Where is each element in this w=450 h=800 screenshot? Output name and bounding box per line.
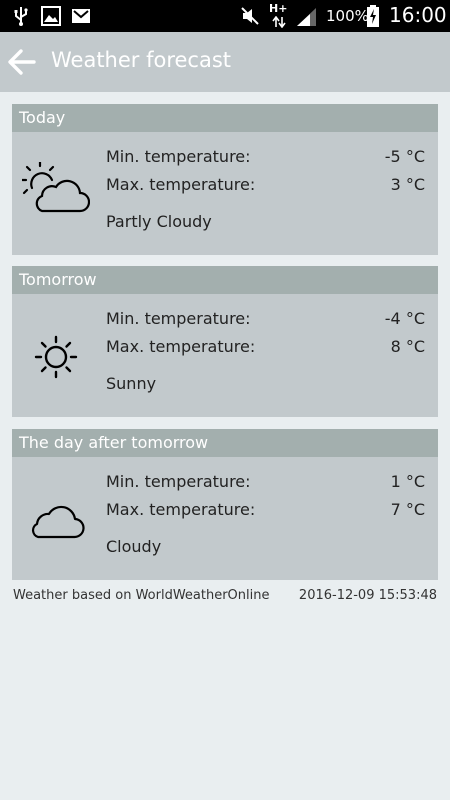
app-title: Weather forecast <box>51 48 232 72</box>
max-temp-label: Max. temperature: <box>106 175 256 194</box>
min-temp-value: -5 °C <box>384 147 425 166</box>
max-temp-value: 7 °C <box>390 500 425 519</box>
forecast-card-today: Today Min. temperature: -5 °C Max. tempe… <box>12 104 438 255</box>
max-temp-value: 8 °C <box>390 337 425 356</box>
gmail-icon <box>72 9 90 23</box>
cloud-icon <box>31 505 85 539</box>
condition-label: Partly Cloudy <box>106 212 212 231</box>
forecast-card-tomorrow: Tomorrow Min. temperature: -4 °C Max. te… <box>12 266 438 417</box>
max-temp-label: Max. temperature: <box>106 337 256 356</box>
status-bar: H+ 100% 16:00 <box>0 0 450 32</box>
back-button[interactable] <box>0 32 46 92</box>
battery-percent: 100% <box>326 7 369 25</box>
status-time: 16:00 <box>389 3 447 27</box>
app-bar: Weather forecast <box>0 32 450 92</box>
min-temp-label: Min. temperature: <box>106 147 251 166</box>
network-type-label: H+ <box>269 2 288 15</box>
weather-source-credit: Weather based on WorldWeatherOnline <box>13 588 270 603</box>
min-temp-label: Min. temperature: <box>106 309 251 328</box>
max-temp-value: 3 °C <box>390 175 425 194</box>
arrow-back-icon <box>8 49 36 75</box>
min-temp-value: 1 °C <box>390 472 425 491</box>
day-label: Today <box>19 108 66 127</box>
day-label: Tomorrow <box>19 270 97 289</box>
signal-icon <box>297 8 316 26</box>
sun-icon <box>34 335 78 379</box>
last-updated-timestamp: 2016-12-09 15:53:48 <box>298 588 437 603</box>
max-temp-label: Max. temperature: <box>106 500 256 519</box>
card-header: The day after tomorrow <box>12 429 438 457</box>
card-header: Today <box>12 104 438 132</box>
min-temp-label: Min. temperature: <box>106 472 251 491</box>
condition-label: Cloudy <box>106 537 162 556</box>
partly-cloudy-icon <box>22 162 90 213</box>
network-arrows-icon <box>272 16 286 28</box>
condition-label: Sunny <box>106 374 157 393</box>
mute-icon <box>241 7 259 25</box>
usb-icon <box>14 7 28 26</box>
day-label: The day after tomorrow <box>19 433 209 452</box>
card-header: Tomorrow <box>12 266 438 294</box>
image-notification-icon <box>41 6 61 26</box>
battery-charging-icon <box>367 5 379 27</box>
min-temp-value: -4 °C <box>384 309 425 328</box>
forecast-card-day-after-tomorrow: The day after tomorrow Min. temperature:… <box>12 429 438 580</box>
